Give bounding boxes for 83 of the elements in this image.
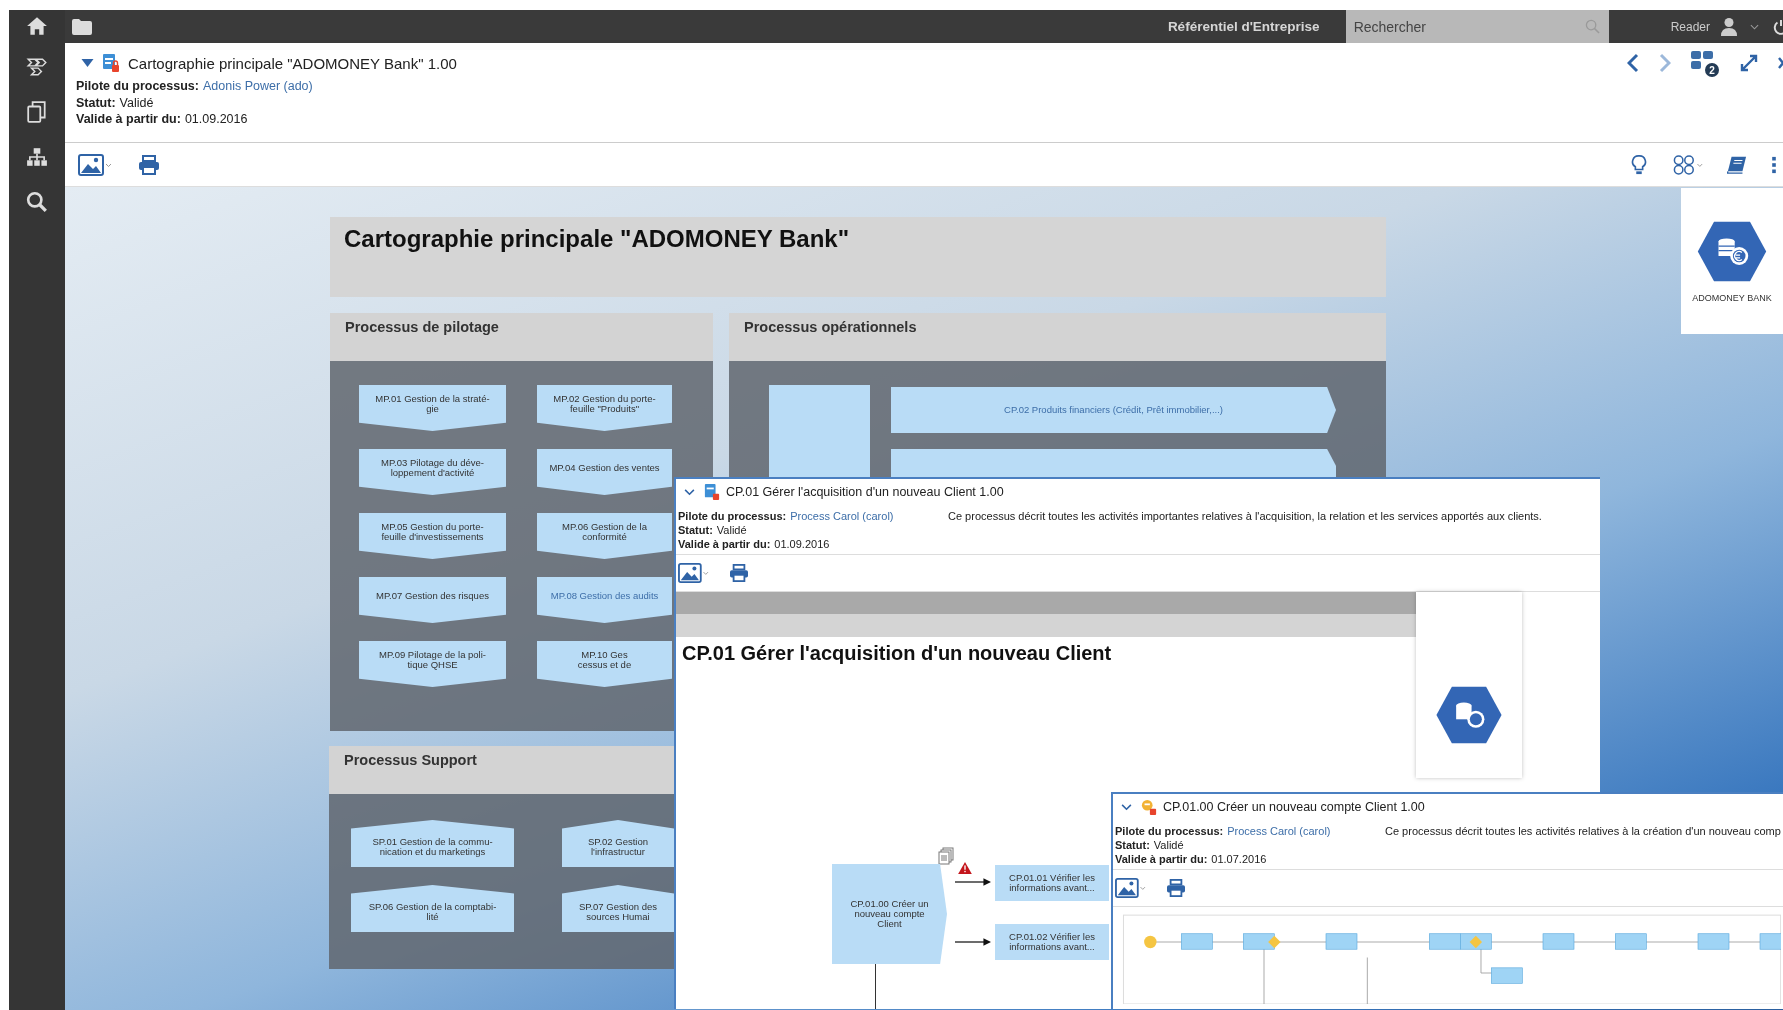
process-shape[interactable]: CP.01.00 Créer un nouveau compte Client — [832, 864, 947, 964]
print-icon[interactable] — [1166, 879, 1186, 897]
field-value: 01.09.2016 — [184, 112, 248, 126]
coins-logo-icon — [1696, 219, 1768, 283]
field-label: Statut: — [678, 524, 713, 536]
process-shape[interactable]: MP.04 Gestion des ventes — [537, 449, 672, 495]
field-link[interactable]: Process Carol (carol) — [790, 510, 894, 522]
process-shape[interactable]: SP.06 Gestion de la comptabi- lité — [351, 885, 514, 932]
book-icon[interactable] — [1727, 154, 1747, 175]
circles-icon[interactable] — [1673, 153, 1705, 176]
warning-icon — [958, 862, 972, 874]
field-value: Validé — [119, 95, 154, 110]
process-shape[interactable]: SP.02 Gestion l'infrastructur — [562, 820, 674, 867]
window-title: CP.01.00 Créer un nouveau compte Client 1.00 — [1163, 800, 1425, 814]
back-icon[interactable] — [1627, 53, 1639, 73]
print-icon[interactable] — [729, 564, 749, 582]
field-value: Validé — [1153, 839, 1184, 851]
search-icon[interactable] — [26, 191, 48, 213]
document-lock-icon — [704, 483, 720, 501]
diagram-heading: CP.01 Gérer l'acquisition d'un nouveau Client — [682, 642, 1112, 665]
process-shape[interactable]: MP.08 Gestion des audits — [537, 577, 672, 623]
field-label: Valide à partir du: — [1115, 853, 1208, 865]
section-title: Processus Support — [344, 752, 477, 768]
user-name[interactable]: Reader — [1670, 19, 1710, 34]
process-shape[interactable]: MP.03 Pilotage du déve- loppement d'activité — [359, 449, 506, 495]
process-shape[interactable]: SP.01 Gestion de la commu- nication et du marketings — [351, 820, 514, 867]
image-icon[interactable] — [1115, 878, 1146, 898]
section-title: Processus opérationnels — [744, 319, 917, 335]
expand-icon[interactable] — [1739, 53, 1759, 73]
window-count-badge: 2 — [1705, 63, 1719, 77]
collapse-icon[interactable] — [81, 59, 94, 67]
process-description: Ce processus décrit toutes les activités importantes relatives à l'acquisition, la relation et les services apportés aux clients. — [948, 509, 1543, 524]
process-shape[interactable]: MP.09 Pilotage de la poli- tique QHSE — [359, 641, 506, 687]
map-title: Cartographie principale "ADOMONEY Bank" — [344, 225, 850, 252]
process-shape[interactable]: CP.01.01 Vérifier les informations avant... — [995, 865, 1109, 901]
arrow — [955, 938, 991, 946]
chevron-down-icon[interactable] — [684, 488, 695, 496]
field-link[interactable]: Process Carol (carol) — [1227, 825, 1331, 837]
document-title: Cartographie principale "ADOMONEY Bank" 1.00 — [128, 54, 457, 72]
image-icon[interactable] — [78, 153, 112, 176]
process-description: Ce processus décrit toutes les activités relatives à la création d'un nouveau comp — [1385, 824, 1782, 839]
process-lock-icon — [1141, 798, 1157, 816]
field-label: Pilote du processus: — [1115, 825, 1224, 837]
copy-icon[interactable] — [26, 101, 48, 123]
process-shape[interactable]: CP.01.02 Vérifier les informations avant... — [995, 924, 1109, 960]
field-label: Valide à partir du: — [678, 538, 771, 550]
process-shape[interactable]: CP.02 Produits financiers (Crédit, Prêt immobilier,...) — [891, 387, 1336, 433]
search-field[interactable]: Rechercher — [1345, 10, 1609, 43]
field-label: Pilote du processus: — [76, 79, 199, 93]
process-shape[interactable]: MP.02 Gestion du porte- feuille "Produits" — [537, 385, 672, 431]
image-icon[interactable] — [678, 563, 709, 583]
print-icon[interactable] — [138, 154, 160, 175]
field-label: Statut: — [1115, 839, 1150, 851]
logo-text: ADOMONEY BANK — [1692, 292, 1772, 303]
chevron-down-icon[interactable] — [1121, 803, 1132, 811]
repository-label[interactable]: Référentiel d'Entreprise — [1167, 19, 1320, 34]
hierarchy-icon[interactable] — [26, 146, 48, 168]
lightbulb-icon[interactable] — [1629, 154, 1649, 175]
process-shape[interactable]: MP.05 Gestion du porte- feuille d'investissements — [359, 513, 506, 559]
field-label: Valide à partir du: — [76, 112, 181, 126]
document-lock-icon — [102, 53, 120, 73]
coins-logo-icon — [1434, 685, 1504, 745]
section-title: Processus de pilotage — [345, 319, 499, 335]
field-value: Validé — [716, 524, 747, 536]
process-shape[interactable]: MP.07 Gestion des risques — [359, 577, 506, 623]
field-value: 01.07.2016 — [1211, 853, 1267, 865]
field-value: 01.09.2016 — [774, 538, 830, 550]
documents-icon — [938, 847, 954, 865]
process-shape[interactable]: MP.06 Gestion de la conformité — [537, 513, 672, 559]
process-shape[interactable]: MP.01 Gestion de la straté- gie — [359, 385, 506, 431]
arrow — [955, 878, 991, 886]
caret-icon[interactable] — [1750, 23, 1759, 30]
field-link[interactable]: Adonis Power (ado) — [202, 79, 313, 93]
process-icon[interactable] — [26, 56, 48, 78]
field-label: Statut: — [76, 95, 116, 110]
home-icon[interactable] — [26, 15, 48, 37]
user-icon[interactable] — [1720, 16, 1738, 37]
folder-icon[interactable] — [71, 17, 93, 36]
process-shape[interactable]: MP.10 Ges cessus et de — [537, 641, 672, 687]
field-label: Pilote du processus: — [678, 510, 787, 522]
more-icon[interactable] — [1771, 155, 1777, 174]
window-title: CP.01 Gérer l'acquisition d'un nouveau Client 1.00 — [726, 485, 1004, 499]
process-shape[interactable]: SP.07 Gestion des sources Humai — [562, 885, 674, 932]
